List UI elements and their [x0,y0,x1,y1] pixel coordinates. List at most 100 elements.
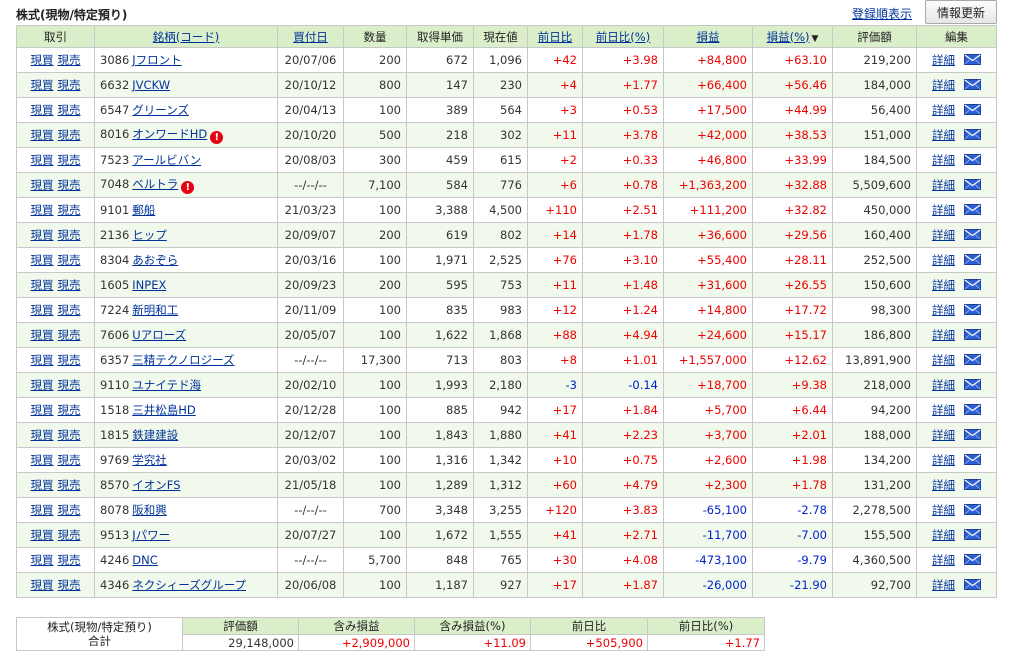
buy-link[interactable]: 現買 [31,53,54,67]
detail-link[interactable]: 詳細 [932,503,955,517]
buy-link[interactable]: 現買 [31,428,54,442]
mail-icon[interactable] [964,554,981,565]
stock-name-link[interactable]: 鉄建建設 [132,428,178,442]
sell-link[interactable]: 現売 [58,253,81,267]
sell-link[interactable]: 現売 [58,478,81,492]
sell-link[interactable]: 現売 [58,53,81,67]
buy-link[interactable]: 現買 [31,453,54,467]
refresh-button[interactable]: 情報更新 [925,0,997,24]
detail-link[interactable]: 詳細 [932,78,955,92]
buy-link[interactable]: 現買 [31,303,54,317]
stock-name-link[interactable]: DNC [132,553,158,567]
stock-name-link[interactable]: ユナイテド海 [132,378,201,392]
header-name[interactable]: 銘柄(コード) [94,25,278,48]
mail-icon[interactable] [964,429,981,440]
stock-name-link[interactable]: 三井松島HD [132,403,196,417]
detail-link[interactable]: 詳細 [932,428,955,442]
mail-icon[interactable] [964,154,981,165]
detail-link[interactable]: 詳細 [932,453,955,467]
mail-icon[interactable] [964,329,981,340]
sell-link[interactable]: 現売 [58,528,81,542]
buy-link[interactable]: 現買 [31,478,54,492]
stock-name-link[interactable]: イオンFS [132,478,180,492]
mail-icon[interactable] [964,479,981,490]
stock-name-link[interactable]: JVCKW [132,78,170,92]
sell-link[interactable]: 現売 [58,103,81,117]
sell-link[interactable]: 現売 [58,403,81,417]
mail-icon[interactable] [964,104,981,115]
alert-icon[interactable]: ! [181,181,195,194]
stock-name-link[interactable]: ネクシィーズグループ [132,578,246,592]
mail-icon[interactable] [964,579,981,590]
sell-link[interactable]: 現売 [58,453,81,467]
mail-icon[interactable] [964,279,981,290]
stock-name-link[interactable]: 三精テクノロジーズ [132,353,234,367]
detail-link[interactable]: 詳細 [932,328,955,342]
stock-name-link[interactable]: INPEX [132,278,166,292]
alert-icon[interactable]: ! [210,131,224,144]
mail-icon[interactable] [964,354,981,365]
buy-link[interactable]: 現買 [31,178,54,192]
detail-link[interactable]: 詳細 [932,303,955,317]
detail-link[interactable]: 詳細 [932,578,955,592]
detail-link[interactable]: 詳細 [932,553,955,567]
stock-name-link[interactable]: グリーンズ [132,103,189,117]
mail-icon[interactable] [964,79,981,90]
buy-link[interactable]: 現買 [31,153,54,167]
mail-icon[interactable] [964,529,981,540]
stock-name-link[interactable]: オンワードHD [132,127,207,141]
sell-link[interactable]: 現売 [58,278,81,292]
mail-icon[interactable] [964,179,981,190]
detail-link[interactable]: 詳細 [932,53,955,67]
stock-name-link[interactable]: Jパワー [132,528,170,542]
sell-link[interactable]: 現売 [58,353,81,367]
sell-link[interactable]: 現売 [58,228,81,242]
header-change-pct[interactable]: 前日比(%) [582,25,664,48]
buy-link[interactable]: 現買 [31,503,54,517]
sell-link[interactable]: 現売 [58,203,81,217]
stock-name-link[interactable]: Jフロント [132,53,181,67]
header-date[interactable]: 買付日 [277,25,344,48]
mail-icon[interactable] [964,404,981,415]
buy-link[interactable]: 現買 [31,103,54,117]
detail-link[interactable]: 詳細 [932,128,955,142]
registration-order-link[interactable]: 登録順表示 [852,5,912,22]
stock-name-link[interactable]: 郵船 [132,203,155,217]
stock-name-link[interactable]: ベルトラ [132,177,178,191]
detail-link[interactable]: 詳細 [932,528,955,542]
mail-icon[interactable] [964,229,981,240]
buy-link[interactable]: 現買 [31,203,54,217]
detail-link[interactable]: 詳細 [932,153,955,167]
sell-link[interactable]: 現売 [58,578,81,592]
stock-name-link[interactable]: 新明和工 [132,303,178,317]
mail-icon[interactable] [964,204,981,215]
detail-link[interactable]: 詳細 [932,228,955,242]
detail-link[interactable]: 詳細 [932,253,955,267]
buy-link[interactable]: 現買 [31,578,54,592]
mail-icon[interactable] [964,254,981,265]
buy-link[interactable]: 現買 [31,378,54,392]
stock-name-link[interactable]: 学究社 [132,453,167,467]
header-pl[interactable]: 損益 [663,25,753,48]
mail-icon[interactable] [964,54,981,65]
buy-link[interactable]: 現買 [31,128,54,142]
sell-link[interactable]: 現売 [58,378,81,392]
buy-link[interactable]: 現買 [31,528,54,542]
sell-link[interactable]: 現売 [58,128,81,142]
buy-link[interactable]: 現買 [31,553,54,567]
mail-icon[interactable] [964,504,981,515]
stock-name-link[interactable]: ヒップ [132,228,167,242]
detail-link[interactable]: 詳細 [932,203,955,217]
detail-link[interactable]: 詳細 [932,353,955,367]
buy-link[interactable]: 現買 [31,253,54,267]
header-pl-pct[interactable]: 損益(%) [767,30,810,44]
buy-link[interactable]: 現買 [31,328,54,342]
sell-link[interactable]: 現売 [58,153,81,167]
detail-link[interactable]: 詳細 [932,378,955,392]
stock-name-link[interactable]: 阪和興 [132,503,167,517]
sell-link[interactable]: 現売 [58,303,81,317]
buy-link[interactable]: 現買 [31,353,54,367]
stock-name-link[interactable]: アールビバン [132,153,201,167]
sell-link[interactable]: 現売 [58,178,81,192]
detail-link[interactable]: 詳細 [932,278,955,292]
